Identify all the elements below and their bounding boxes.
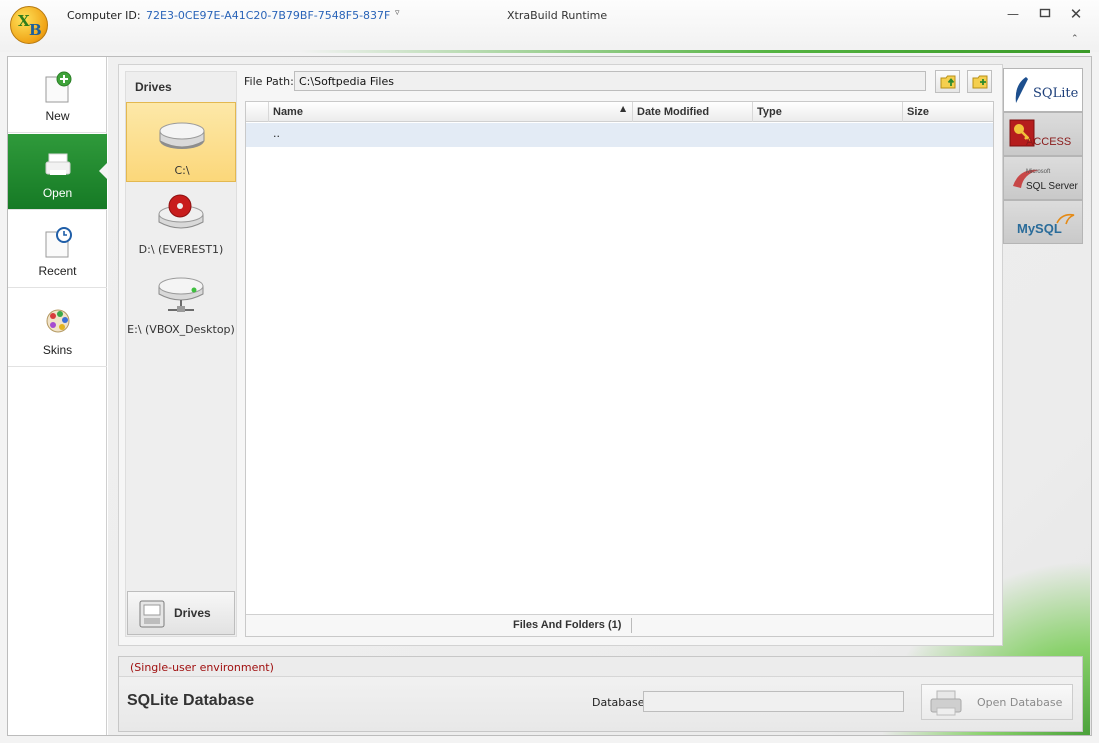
hard-drive-icon: [159, 122, 205, 149]
computer-id-label: Computer ID:: [67, 9, 141, 22]
file-grid-footer: Files And Folders (1): [246, 614, 993, 636]
computer-id-dropdown-icon[interactable]: ▿: [395, 8, 400, 18]
folder-up-button[interactable]: [935, 70, 960, 93]
drives-title: Drives: [135, 80, 172, 94]
drive-item-c-label: C:\: [174, 164, 190, 177]
files-and-folders-count: Files And Folders (1): [513, 619, 622, 631]
database-type-title: SQLite Database: [127, 692, 255, 709]
app-logo-icon: X B: [10, 6, 48, 44]
sqlite-feather-icon: [1015, 77, 1028, 103]
nav-item-recent-label: Recent: [38, 264, 77, 278]
nav-item-skins[interactable]: Skins: [8, 291, 107, 367]
db-tab-sqlserver[interactable]: Microsoft SQL Server: [1003, 156, 1083, 200]
db-tab-sqlite[interactable]: SQLite: [1003, 68, 1083, 112]
db-tab-access[interactable]: ACCESS: [1003, 112, 1083, 156]
drives-button[interactable]: Drives: [127, 591, 235, 635]
nav-item-open[interactable]: Open: [8, 134, 108, 210]
close-button[interactable]: ✕: [1066, 6, 1086, 22]
file-path-label: File Path:: [244, 75, 294, 88]
drive-item-d[interactable]: D:\ (EVEREST1): [126, 182, 236, 262]
open-printer-icon: [45, 153, 71, 175]
column-header-date-modified[interactable]: Date Modified: [632, 102, 752, 122]
dvd-drive-icon: [158, 194, 204, 229]
skins-palette-icon: [46, 309, 70, 333]
network-drive-icon: [158, 277, 204, 312]
row-name-cell: ..: [273, 127, 280, 140]
environment-notice: (Single-user environment): [130, 661, 274, 674]
file-grid: [245, 101, 994, 637]
drive-item-e[interactable]: E:\ (VBOX_Desktop): [126, 262, 236, 342]
open-database-button[interactable]: Open Database: [921, 684, 1073, 720]
title-accent-line: [300, 50, 1090, 53]
maximize-button[interactable]: [1035, 6, 1055, 22]
database-field-label: Database: [592, 696, 645, 709]
computer-id-value: 72E3-0CE97E-A41C20-7B79BF-7548F5-837F: [146, 9, 391, 22]
left-navigation: New Open Recent Skins: [8, 57, 108, 735]
recent-clock-icon: [45, 227, 72, 258]
file-path-input[interactable]: [294, 71, 926, 91]
maximize-icon: [1039, 8, 1051, 18]
window-title: XtraBuild Runtime: [507, 9, 608, 22]
footer-separator: [631, 618, 632, 633]
nav-item-skins-label: Skins: [42, 343, 73, 357]
drive-item-e-label: E:\ (VBOX_Desktop): [127, 323, 235, 336]
nav-item-new[interactable]: New: [8, 57, 107, 133]
sort-ascending-icon: ▲: [620, 104, 627, 113]
folder-up-icon: [940, 75, 956, 89]
table-row[interactable]: ..: [246, 123, 993, 147]
nav-item-recent[interactable]: Recent: [8, 212, 107, 288]
minimize-button[interactable]: —: [1003, 6, 1023, 22]
drives-button-label: Drives: [174, 606, 211, 620]
new-folder-button[interactable]: [967, 70, 992, 93]
collapse-ribbon-icon[interactable]: ⌃: [1071, 34, 1079, 44]
drives-disk-icon: [139, 600, 165, 628]
drive-item-d-label: D:\ (EVEREST1): [138, 243, 224, 256]
open-database-button-label: Open Database: [977, 696, 1063, 709]
database-field[interactable]: [643, 691, 904, 712]
mysql-dolphin-icon: [1056, 213, 1075, 225]
db-tab-access-label: ACCESS: [1026, 136, 1072, 148]
title-bar: X B Computer ID: 72E3-0CE97E-A41C20-7B79…: [0, 0, 1099, 53]
db-tab-sqlite-label: SQLite: [1033, 86, 1079, 101]
db-tab-mysql[interactable]: MySQL: [1003, 200, 1083, 244]
nav-item-open-label: Open: [42, 186, 73, 200]
drive-item-c[interactable]: C:\: [126, 102, 236, 182]
db-tab-sqlserver-label: SQL Server: [1026, 181, 1078, 192]
new-folder-icon: [972, 75, 988, 89]
column-header-size[interactable]: Size: [902, 102, 993, 122]
db-tab-sqlserver-sub: Microsoft: [1026, 169, 1051, 175]
column-header-type[interactable]: Type: [752, 102, 902, 122]
new-document-icon: [45, 71, 72, 103]
open-database-printer-icon: [930, 690, 962, 716]
column-header-name[interactable]: Name: [268, 102, 632, 122]
nav-item-new-label: New: [45, 109, 70, 123]
